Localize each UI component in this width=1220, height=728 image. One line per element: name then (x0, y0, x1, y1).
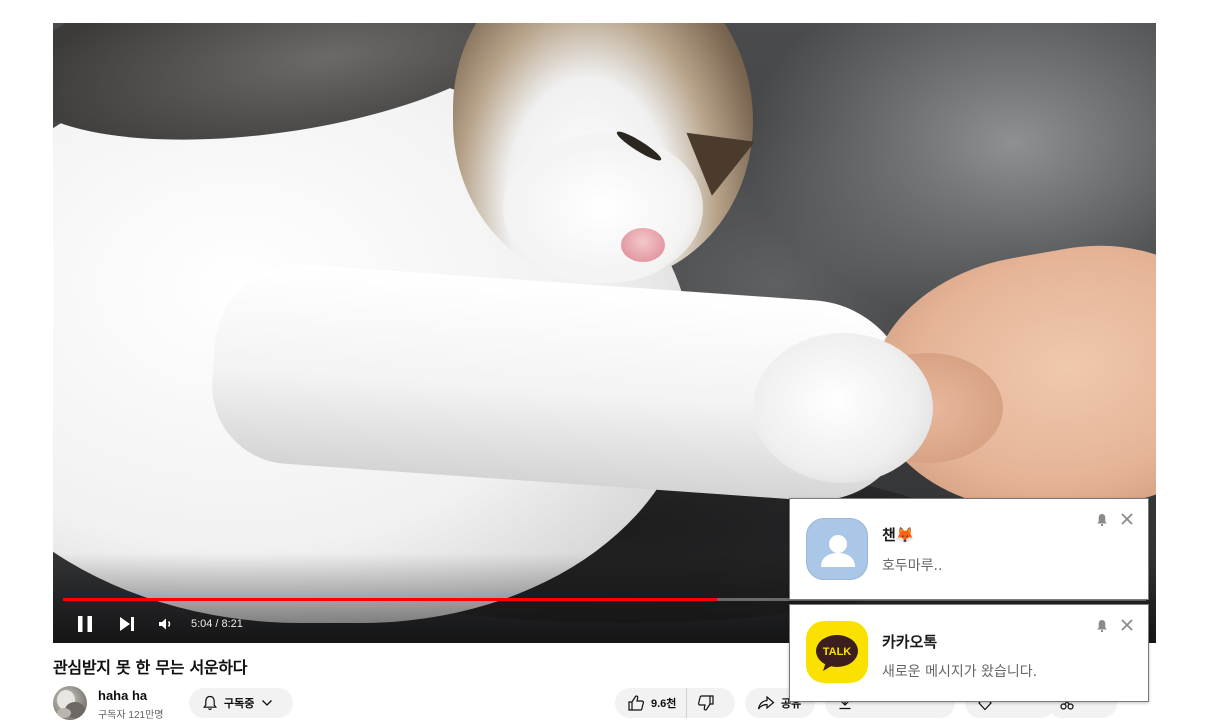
channel-avatar[interactable] (53, 686, 87, 720)
person-silhouette-icon (821, 535, 855, 567)
notification-sender: 카카오톡 (882, 633, 938, 651)
kakaotalk-logo-icon: TALK (806, 621, 868, 683)
dislike-button[interactable] (687, 688, 715, 718)
current-time: 5:04 (191, 618, 213, 630)
volume-button[interactable] (155, 613, 177, 635)
bell-icon (203, 695, 217, 711)
mute-bell-icon[interactable] (1096, 619, 1108, 633)
like-button[interactable]: 9.6천 (615, 688, 688, 718)
notification-toast[interactable]: 챈🦊 호두마루.. (789, 498, 1149, 600)
share-icon (757, 695, 775, 710)
notification-toast[interactable]: TALK 카카오톡 새로운 메시지가 왔습니다. (789, 604, 1149, 702)
video-content (753, 333, 933, 483)
kakao-logo-text: TALK (823, 646, 852, 658)
notification-sender: 챈🦊 (882, 526, 915, 544)
notification-message: 새로운 메시지가 왔습니다. (882, 664, 1038, 680)
skip-next-icon (120, 617, 134, 631)
channel-name[interactable]: haha ha (98, 688, 147, 703)
avatar-image (57, 690, 85, 718)
default-profile-icon (806, 518, 868, 580)
time-display: 5:04 / 8:21 (191, 618, 243, 630)
chevron-down-icon (262, 700, 273, 706)
subscriber-count: 구독자 121만명 (98, 710, 164, 721)
close-icon[interactable] (1120, 512, 1134, 526)
pause-button[interactable] (73, 612, 97, 636)
video-content (621, 228, 665, 262)
talk-bubble-icon: TALK (816, 635, 858, 671)
video-content (503, 133, 703, 283)
mute-bell-icon[interactable] (1096, 513, 1108, 527)
subscribed-button[interactable]: 구독중 (189, 688, 293, 718)
progress-bar-played (63, 598, 718, 601)
time-separator: / (215, 618, 219, 630)
next-button[interactable] (115, 612, 139, 636)
close-icon[interactable] (1120, 618, 1134, 632)
duration: 8:21 (221, 618, 243, 630)
thumbs-down-icon (698, 695, 715, 711)
like-dislike-group: 9.6천 (615, 688, 735, 718)
volume-icon (159, 618, 171, 630)
notification-message: 호두마루.. (882, 558, 943, 574)
like-count: 9.6천 (651, 698, 677, 710)
pause-icon (78, 616, 92, 632)
video-title: 관심받지 못 한 무는 서운하다 (53, 658, 248, 677)
thumbs-up-icon (628, 695, 644, 711)
subscribed-label: 구독중 (224, 698, 255, 710)
